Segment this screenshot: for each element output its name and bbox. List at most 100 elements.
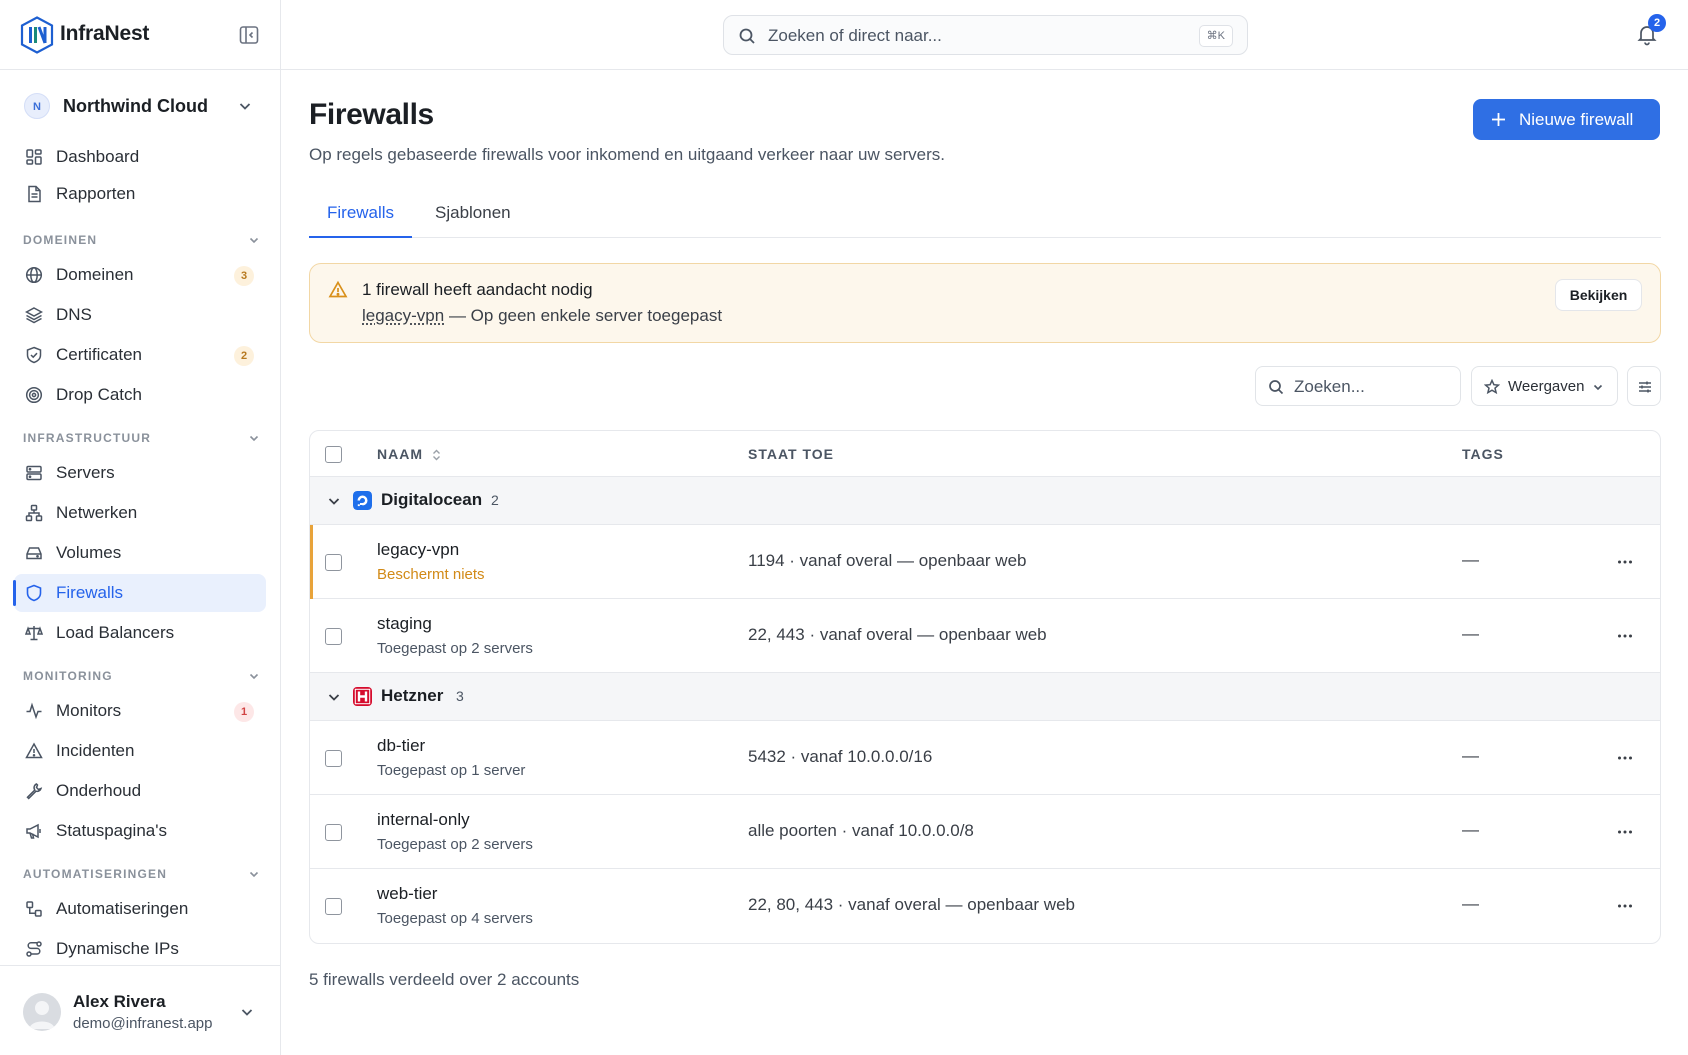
- more-horizontal-icon[interactable]: [1616, 627, 1634, 645]
- more-horizontal-icon[interactable]: [1616, 553, 1634, 571]
- sidebar-item-servers[interactable]: Servers: [14, 454, 266, 492]
- sidebar-item-label: Incidenten: [56, 741, 135, 760]
- shield-icon: [26, 584, 42, 602]
- row-checkbox[interactable]: [325, 554, 342, 571]
- select-all-checkbox[interactable]: [325, 446, 342, 463]
- sidebar-item-load-balancers[interactable]: Load Balancers: [14, 614, 266, 652]
- sidebar-item-label: Servers: [56, 463, 115, 482]
- sidebar: InfraNest N Northwind Cloud Dashboard Ra…: [0, 0, 281, 1055]
- more-horizontal-icon[interactable]: [1616, 749, 1634, 767]
- table-row[interactable]: staging Toegepast op 2 servers 22, 443 ·…: [310, 599, 1660, 673]
- sidebar-item-label: Certificaten: [56, 345, 142, 364]
- views-label: Weergaven: [1508, 378, 1585, 395]
- column-header-name[interactable]: NAAM: [377, 446, 442, 462]
- org-name: Northwind Cloud: [63, 96, 208, 116]
- global-search-input[interactable]: Zoeken of direct naar... ⌘K: [723, 15, 1248, 55]
- section-header-automatiseringen[interactable]: AUTOMATISERINGEN: [23, 867, 261, 883]
- provider-group-hetzner[interactable]: Hetzner 3: [310, 673, 1660, 721]
- sidebar-collapse-icon[interactable]: [238, 24, 260, 46]
- tab-firewalls[interactable]: Firewalls: [309, 196, 413, 238]
- user-menu[interactable]: Alex Rivera demo@infranest.app: [0, 965, 280, 1055]
- sidebar-item-rapporten[interactable]: Rapporten: [14, 175, 266, 213]
- shield-check-icon: [26, 346, 42, 364]
- sidebar-item-dns[interactable]: DNS: [14, 296, 266, 334]
- table-search-input[interactable]: Zoeken...: [1255, 366, 1461, 406]
- server-icon: [26, 465, 42, 481]
- table-row[interactable]: legacy-vpn Beschermt niets 1194 · vanaf …: [310, 525, 1660, 599]
- row-checkbox[interactable]: [325, 750, 342, 767]
- section-header-infrastructuur[interactable]: INFRASTRUCTUUR: [23, 431, 261, 447]
- tab-sjablonen[interactable]: Sjablonen: [417, 196, 529, 238]
- sidebar-item-firewalls[interactable]: Firewalls: [13, 574, 266, 612]
- section-header-monitoring[interactable]: MONITORING: [23, 669, 261, 685]
- more-horizontal-icon[interactable]: [1616, 897, 1634, 915]
- sidebar-item-label: Volumes: [56, 543, 122, 562]
- sidebar-item-label: Dynamische IPs: [56, 939, 179, 958]
- sort-icon: [433, 449, 440, 461]
- sidebar-item-label: Onderhoud: [56, 781, 142, 800]
- firewall-status: Toegepast op 2 servers: [377, 640, 533, 657]
- sidebar-item-monitors[interactable]: Monitors 1: [14, 692, 266, 730]
- new-firewall-button[interactable]: Nieuwe firewall: [1473, 99, 1660, 140]
- firewall-name[interactable]: staging: [377, 614, 432, 634]
- column-settings-button[interactable]: [1627, 366, 1661, 406]
- section-title: MONITORING: [23, 669, 113, 683]
- button-label: Nieuwe firewall: [1519, 110, 1634, 129]
- sidebar-item-label: Domeinen: [56, 265, 134, 284]
- firewall-name[interactable]: web-tier: [377, 884, 437, 904]
- tab-bar: Firewalls Sjablonen: [309, 196, 1661, 238]
- org-switcher[interactable]: N Northwind Cloud: [16, 88, 264, 124]
- sidebar-item-onderhoud[interactable]: Onderhoud: [14, 772, 266, 810]
- sidebar-item-automatiseringen[interactable]: Automatiseringen: [14, 890, 266, 928]
- firewall-tags: —: [1462, 746, 1479, 765]
- provider-name: Hetzner: [381, 686, 444, 705]
- table-row[interactable]: db-tier Toegepast op 1 server 5432 · van…: [310, 721, 1660, 795]
- sidebar-item-netwerken[interactable]: Netwerken: [14, 494, 266, 532]
- firewall-name[interactable]: internal-only: [377, 810, 470, 830]
- row-checkbox[interactable]: [325, 628, 342, 645]
- notification-count-badge: 2: [1648, 14, 1666, 32]
- firewall-rule: alle poorten · vanaf 10.0.0.0/8: [748, 821, 974, 840]
- sidebar-item-dashboard[interactable]: Dashboard: [14, 138, 266, 176]
- chevron-down-icon: [328, 694, 340, 701]
- firewall-name[interactable]: db-tier: [377, 736, 425, 756]
- firewall-name[interactable]: legacy-vpn: [377, 540, 459, 560]
- views-dropdown[interactable]: Weergaven: [1471, 366, 1618, 406]
- sidebar-item-statuspaginas[interactable]: Statuspagina's: [14, 812, 266, 850]
- firewall-status: Toegepast op 1 server: [377, 762, 526, 779]
- sidebar-item-domeinen[interactable]: Domeinen 3: [14, 256, 266, 294]
- dashboard-icon: [26, 149, 42, 165]
- column-header-tags: TAGS: [1462, 446, 1504, 462]
- row-checkbox[interactable]: [325, 898, 342, 915]
- more-horizontal-icon[interactable]: [1616, 823, 1634, 841]
- target-icon: [25, 386, 43, 404]
- alert-title: 1 firewall heeft aandacht nodig: [362, 280, 593, 299]
- row-checkbox[interactable]: [325, 824, 342, 841]
- table-header: NAAM STAAT TOE TAGS: [310, 431, 1660, 477]
- plus-icon: [1492, 113, 1505, 126]
- sidebar-item-dynamische-ips[interactable]: Dynamische IPs: [14, 930, 266, 968]
- section-header-domeinen[interactable]: DOMEINEN: [23, 233, 261, 249]
- firewall-rule: 1194 · vanaf overal — openbaar web: [748, 551, 1027, 570]
- document-icon: [28, 185, 41, 203]
- app-name: InfraNest: [60, 22, 150, 45]
- provider-group-digitalocean[interactable]: Digitalocean 2: [310, 477, 1660, 525]
- network-icon: [25, 504, 43, 522]
- table-summary: 5 firewalls verdeeld over 2 accounts: [309, 970, 580, 989]
- sidebar-item-incidenten[interactable]: Incidenten: [14, 732, 266, 770]
- firewall-status: Beschermt niets: [377, 566, 485, 583]
- alert-firewall-link[interactable]: legacy-vpn: [362, 306, 444, 325]
- sidebar-item-label: Firewalls: [56, 583, 124, 602]
- firewall-tags: —: [1462, 550, 1479, 569]
- sidebar-item-drop-catch[interactable]: Drop Catch: [14, 376, 266, 414]
- view-alert-button[interactable]: Bekijken: [1555, 279, 1642, 311]
- table-row[interactable]: web-tier Toegepast op 4 servers 22, 80, …: [310, 869, 1660, 943]
- count-badge: 2: [234, 346, 254, 366]
- sidebar-item-volumes[interactable]: Volumes: [14, 534, 266, 572]
- sidebar-item-label: Drop Catch: [56, 385, 142, 404]
- sidebar-item-certificaten[interactable]: Certificaten 2: [14, 336, 266, 374]
- search-icon: [739, 28, 755, 44]
- route-icon: [26, 941, 42, 957]
- table-row[interactable]: internal-only Toegepast op 2 servers all…: [310, 795, 1660, 869]
- star-icon: [1484, 379, 1500, 395]
